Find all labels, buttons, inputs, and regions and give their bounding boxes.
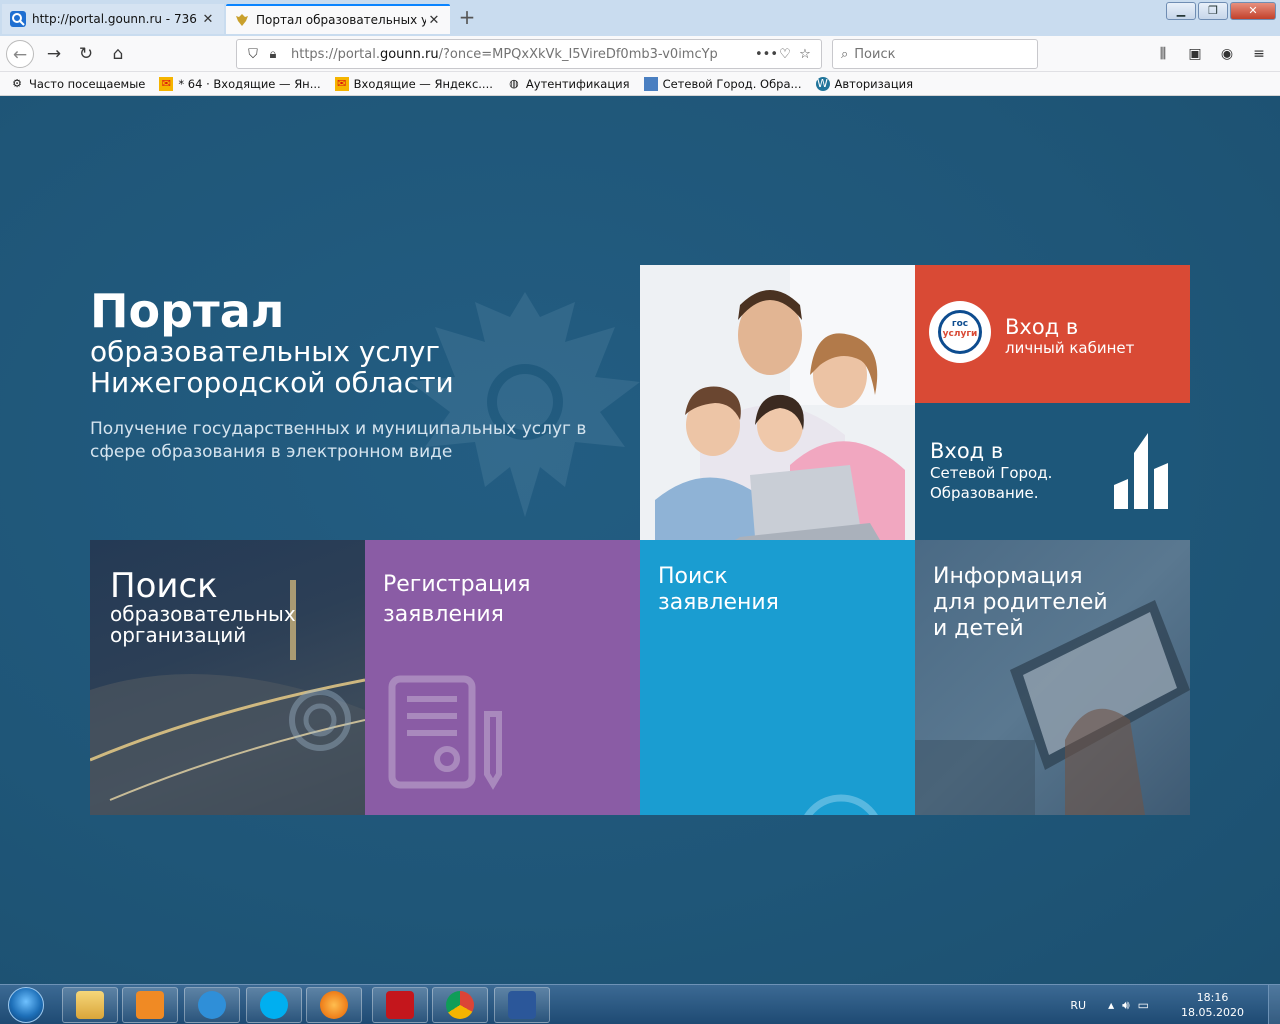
url-text[interactable]: https://portal.gounn.ru/?once=MPQxXkVk_I… [291,47,755,62]
windows-start-icon [8,987,44,1023]
netcity-icon [643,76,658,91]
close-tab-icon[interactable]: ✕ [200,12,216,27]
portal-title: Портал [90,284,285,338]
search-placeholder: Поиск [854,46,896,62]
wordpress-icon: W [815,76,830,91]
new-tab-button[interactable]: + [456,6,478,28]
search-organizations-label: Поиск образовательных организаций [110,566,296,647]
clock[interactable]: 18:16 18.05.2020 [1181,990,1244,1020]
parents-info-label: Информация для родителей и детей [933,564,1108,641]
search-organizations-tile[interactable]: Поиск образовательных организаций [90,540,365,815]
portal-page: Портал образовательных услуг Нижегородск… [0,96,1280,984]
word-icon [508,991,536,1019]
bookmarks-toolbar: ⚙ Часто посещаемые ✉ * 64 · Входящие — Ян.… [0,72,1280,96]
netcity-label: Вход в Сетевой Город. Образование. [930,439,1053,502]
taskbar-skype[interactable] [246,987,302,1023]
explorer-icon [76,991,104,1019]
chrome-icon [446,991,474,1019]
mail-icon: ✉ [159,76,174,91]
window-controls: ▁ ❐ ✕ [1166,2,1276,20]
taskbar-acrobat[interactable] [372,987,428,1023]
gosuslugi-logo-icon: гос услуги [929,301,991,363]
taskbar-media-player[interactable] [122,987,178,1023]
show-desktop-button[interactable] [1268,985,1280,1024]
page-actions-icon[interactable]: ••• [755,47,778,62]
reload-button[interactable]: ↻ [72,40,100,68]
family-laptop-illustration [640,265,915,540]
find-application-tile[interactable]: Поиск заявления [640,540,915,815]
skype-icon [260,991,288,1019]
taskbar-firefox[interactable] [306,987,362,1023]
shield-icon[interactable]: ⛉ [243,47,263,62]
clock-time: 18:16 [1196,991,1229,1004]
bookmark-inbox-1[interactable]: ✉ * 64 · Входящие — Ян... [159,76,321,91]
restore-button[interactable]: ❐ [1198,2,1228,20]
tab-strip: http://portal.gounn.ru - 736 ты ✕ Портал… [0,0,1280,36]
find-application-label: Поиск заявления [658,564,779,615]
library-icon[interactable]: ⫼ [1150,40,1176,68]
tab-title: http://portal.gounn.ru - 736 ты [32,12,200,26]
globe-icon: ◍ [509,76,519,90]
document-pen-icon [388,675,502,790]
register-application-label: Регистрация заявления [383,572,531,627]
magnifier-document-icon [804,794,878,815]
start-button[interactable] [2,986,52,1024]
acrobat-icon [386,991,414,1019]
home-button[interactable]: ⌂ [104,40,132,68]
family-photo [640,265,915,540]
toolbar-right: ⫼ ▣ ◉ ≡ [1150,40,1272,68]
pocket-icon[interactable]: ♡ [775,47,795,62]
taskbar-internet-explorer[interactable] [184,987,240,1023]
portal-subtitle-line2: Нижегородской области [90,366,454,399]
system-tray: RU ▴🔊︎▭ 18:16 18.05.2020 [1070,985,1280,1024]
search-icon: ⌕ [841,46,849,62]
gosuslugi-label: Вход в личный кабинет [1005,315,1135,357]
clock-date: 18.05.2020 [1181,1006,1244,1019]
netcity-buildings-icon [1114,433,1168,509]
eagle-favicon-icon [234,12,250,28]
portal-subtitle-line1: образовательных услуг [90,335,440,368]
netcity-login-tile[interactable]: Вход в Сетевой Город. Образование. [915,403,1190,540]
tab-portal-gounn-search[interactable]: http://portal.gounn.ru - 736 ты ✕ [2,4,224,34]
bookmark-authorization[interactable]: W Авторизация [815,76,913,91]
close-tab-icon[interactable]: ✕ [426,13,442,28]
taskbar-word[interactable] [494,987,550,1023]
language-indicator[interactable]: RU [1070,999,1086,1012]
search-favicon-icon [10,11,26,27]
tab-title: Портал образовательных услуг [256,13,426,27]
bookmark-star-icon[interactable]: ☆ [795,47,815,62]
bookmark-auth[interactable]: ◍ Аутентификация [507,76,629,91]
forward-button[interactable]: → [40,40,68,68]
lock-icon[interactable]: 🔒︎ [263,47,283,62]
firefox-icon [320,991,348,1019]
minimize-button[interactable]: ▁ [1166,2,1196,20]
internet-explorer-icon [198,991,226,1019]
portal-description: Получение государственных и муниципальны… [90,419,587,462]
mail-icon: ✉ [334,76,349,91]
bookmark-netcity[interactable]: Сетевой Город. Обра... [643,76,802,91]
media-player-icon [136,991,164,1019]
bookmark-most-visited[interactable]: ⚙ Часто посещаемые [10,77,145,91]
sidebar-icon[interactable]: ▣ [1182,40,1208,68]
search-box[interactable]: ⌕ Поиск [832,39,1038,69]
close-window-button[interactable]: ✕ [1230,2,1276,20]
tab-portal-education[interactable]: Портал образовательных услуг ✕ [226,4,450,34]
gosuslugi-login-tile[interactable]: гос услуги Вход в личный кабинет [915,265,1190,403]
bookmark-inbox-2[interactable]: ✉ Входящие — Яндекс.... [334,76,493,91]
hero-section: Портал образовательных услуг Нижегородск… [90,286,630,464]
parents-info-tile[interactable]: Информация для родителей и детей [915,540,1190,815]
menu-icon[interactable]: ≡ [1246,40,1272,68]
account-icon[interactable]: ◉ [1214,40,1240,68]
register-application-tile[interactable]: Регистрация заявления [365,540,640,815]
taskbar-explorer[interactable] [62,987,118,1023]
back-button[interactable]: ← [6,40,34,68]
windows-taskbar: RU ▴🔊︎▭ 18:16 18.05.2020 [0,984,1280,1024]
tray-icons[interactable]: ▴🔊︎▭ [1108,998,1157,1013]
gear-icon: ⚙ [12,76,22,90]
navigation-toolbar: ← → ↻ ⌂ ⛉ 🔒︎ https://portal.gounn.ru/?on… [0,36,1280,72]
taskbar-chrome[interactable] [432,987,488,1023]
address-bar[interactable]: ⛉ 🔒︎ https://portal.gounn.ru/?once=MPQxX… [236,39,822,69]
